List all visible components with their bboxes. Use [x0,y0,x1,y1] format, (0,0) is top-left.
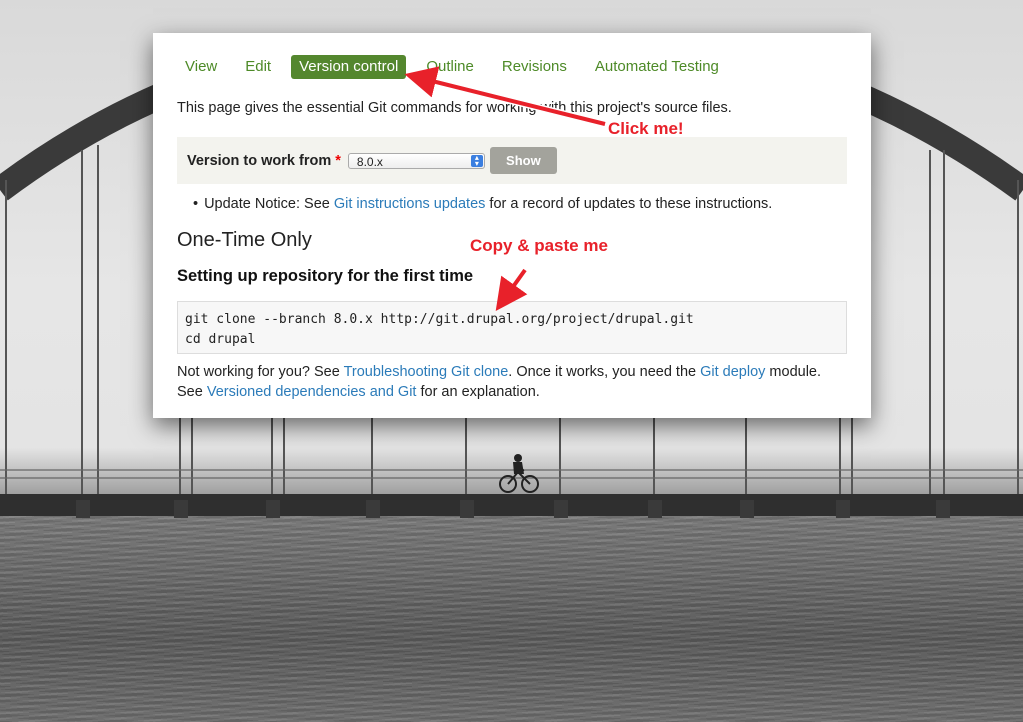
annotation-arrows [404,66,606,312]
copy-paste-annotation: Copy & paste me [470,236,608,255]
click-me-annotation: Click me! [608,119,684,138]
click-arrow [404,66,606,126]
copy-arrow [495,268,528,312]
